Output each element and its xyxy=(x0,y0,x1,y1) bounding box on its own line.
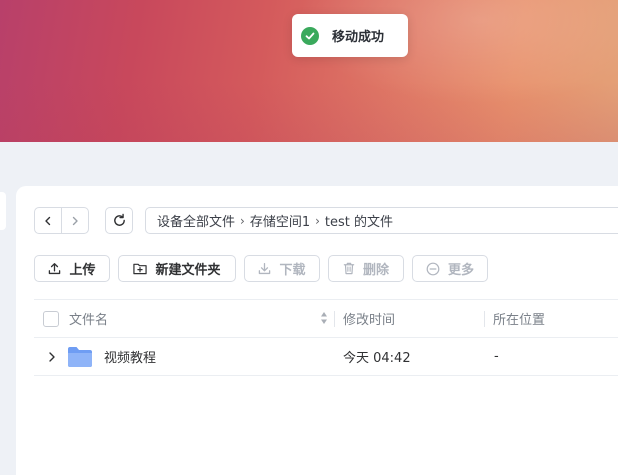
select-all-checkbox[interactable] xyxy=(43,311,59,327)
upload-icon xyxy=(49,263,61,275)
more-icon xyxy=(426,262,440,275)
breadcrumb-separator: › xyxy=(315,213,320,228)
sort-icon[interactable] xyxy=(320,310,328,326)
chevron-right-icon xyxy=(49,351,55,362)
download-label: 下载 xyxy=(279,263,306,278)
new-folder-label: 新建文件夹 xyxy=(155,263,221,278)
chevron-right-icon xyxy=(72,216,78,225)
success-toast: 移动成功 xyxy=(292,14,408,57)
refresh-button[interactable] xyxy=(105,207,133,234)
more-label: 更多 xyxy=(447,263,474,278)
delete-button[interactable]: 删除 xyxy=(328,255,404,282)
toast-message: 移动成功 xyxy=(332,30,385,45)
column-divider[interactable] xyxy=(334,311,335,327)
history-nav xyxy=(34,207,89,234)
forward-button[interactable] xyxy=(61,208,88,233)
new-folder-icon xyxy=(133,263,148,275)
breadcrumb-item-storage[interactable]: 存储空间1 xyxy=(250,211,310,230)
file-location: - xyxy=(494,349,499,364)
sidebar-edge xyxy=(0,192,6,230)
more-button[interactable]: 更多 xyxy=(412,255,488,282)
upload-button[interactable]: 上传 xyxy=(34,255,110,282)
column-divider[interactable] xyxy=(484,311,485,327)
breadcrumb-item-current: test 的文件 xyxy=(324,215,394,230)
column-header-name[interactable]: 文件名 xyxy=(69,300,108,337)
breadcrumb-separator: › xyxy=(240,213,245,228)
upload-label: 上传 xyxy=(69,263,96,278)
chevron-left-icon xyxy=(45,216,51,225)
trash-icon xyxy=(343,262,355,275)
download-button[interactable]: 下载 xyxy=(244,255,320,282)
new-folder-button[interactable]: 新建文件夹 xyxy=(118,255,236,282)
column-header-location[interactable]: 所在位置 xyxy=(493,300,545,337)
column-header-modified[interactable]: 修改时间 xyxy=(343,300,395,337)
folder-icon xyxy=(67,338,93,375)
expand-button[interactable] xyxy=(48,338,56,375)
table-header: 文件名 修改时间 所在位置 xyxy=(34,299,618,338)
check-circle-icon xyxy=(301,26,319,45)
file-name[interactable]: 视频教程 xyxy=(104,338,156,375)
download-icon xyxy=(259,263,271,275)
file-modified-time: 今天 04:42 xyxy=(343,351,411,366)
delete-label: 删除 xyxy=(362,263,389,278)
breadcrumb[interactable]: 设备全部文件 › 存储空间1 › test 的文件 xyxy=(145,207,618,234)
table-row[interactable]: 视频教程 今天 04:42 - xyxy=(34,338,618,376)
refresh-icon xyxy=(113,213,125,226)
back-button[interactable] xyxy=(35,208,61,233)
breadcrumb-item-all-files[interactable]: 设备全部文件 xyxy=(157,211,235,230)
